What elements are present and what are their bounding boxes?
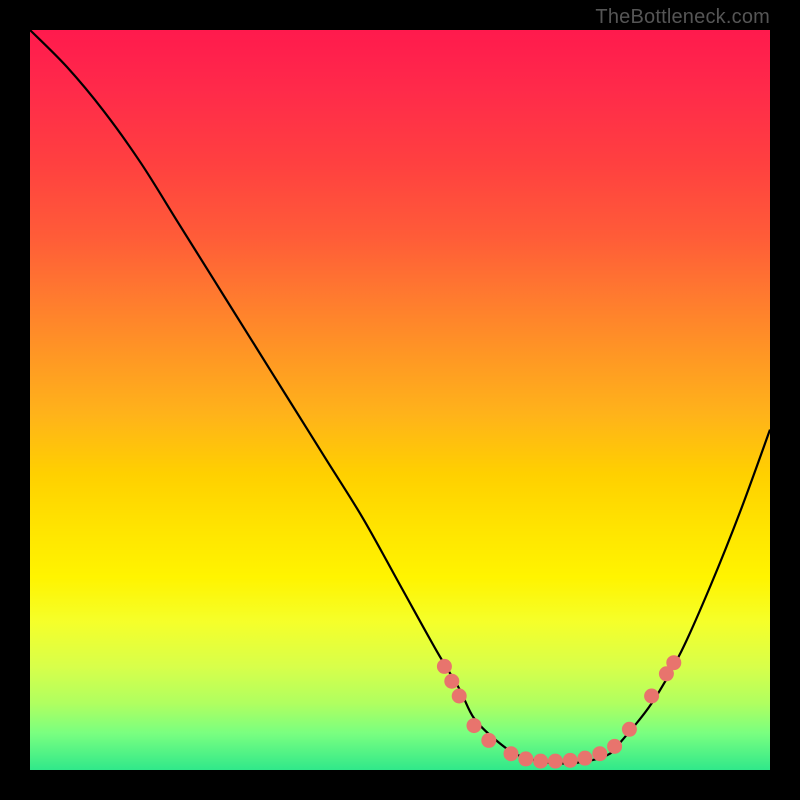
curve-marker <box>452 689 467 704</box>
curve-marker <box>578 751 593 766</box>
curve-marker <box>666 655 681 670</box>
chart-svg <box>30 30 770 770</box>
bottleneck-curve <box>30 30 770 764</box>
curve-marker <box>622 722 637 737</box>
curve-marker <box>592 746 607 761</box>
curve-marker <box>504 746 519 761</box>
curve-marker <box>437 659 452 674</box>
curve-marker <box>444 674 459 689</box>
curve-marker <box>548 754 563 769</box>
curve-marker <box>533 754 548 769</box>
plot-area <box>30 30 770 770</box>
chart-frame: TheBottleneck.com <box>0 0 800 800</box>
curve-marker <box>481 733 496 748</box>
curve-marker <box>518 751 533 766</box>
curve-marker <box>563 753 578 768</box>
curve-marker <box>644 689 659 704</box>
curve-marker <box>607 739 622 754</box>
watermark-text: TheBottleneck.com <box>595 6 770 29</box>
curve-marker <box>467 718 482 733</box>
